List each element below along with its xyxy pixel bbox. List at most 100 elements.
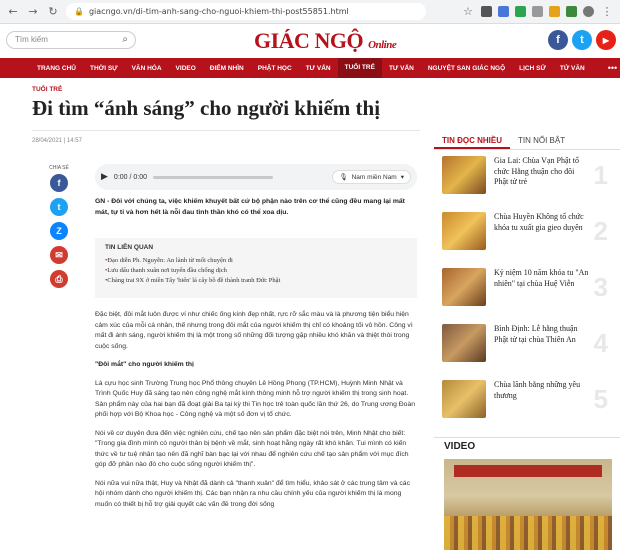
article-title: Đi tìm “ánh sáng” cho người khiếm thị: [32, 96, 381, 120]
sidebar-tabs: TIN ĐỌC NHIỀU TIN NỔI BẬT: [434, 132, 620, 150]
extension-icon[interactable]: [498, 6, 509, 17]
menu-icon[interactable]: ⋮: [600, 5, 614, 19]
list-item[interactable]: Kỷ niệm 10 năm khóa tu "An nhiên" tại ch…: [442, 268, 614, 324]
related-link[interactable]: Chàng trai 9X ở miền Tây 'biến' lá cây b…: [105, 276, 407, 286]
lock-icon: 🔒: [74, 7, 84, 16]
nav-item-monthly[interactable]: NGUYỆT SAN GIÁC NGỘ: [421, 65, 512, 72]
address-bar[interactable]: 🔒 giacngo.vn/di-tim-anh-sang-cho-nguoi-k…: [66, 3, 426, 20]
forward-icon[interactable]: →: [26, 5, 40, 19]
nav-item-history[interactable]: LỊCH SỬ: [512, 65, 553, 72]
tab-featured[interactable]: TIN NỔI BẬT: [510, 132, 573, 149]
print-icon[interactable]: ⎙: [50, 270, 68, 288]
related-link[interactable]: Lưu dấu thanh xuân nơi tuyến đầu chống d…: [105, 266, 407, 276]
url-text: giacngo.vn/di-tim-anh-sang-cho-nguoi-khi…: [88, 7, 349, 16]
list-item[interactable]: Gia Lai: Chùa Vạn Phật tổ chức Hằng thuậ…: [442, 156, 614, 212]
rank-number: 5: [593, 384, 608, 414]
nav-item-youth[interactable]: TUỔI TRẺ: [337, 58, 382, 78]
search-icon[interactable]: ⌕: [122, 34, 128, 45]
paragraph: Là cựu học sinh Trường Trung học Phổ thô…: [95, 379, 416, 419]
news-title[interactable]: Bình Định: Lễ hằng thuận Phật tử tại chù…: [494, 324, 590, 380]
voice-select[interactable]: 🎙 Nam miền Nam ▾: [332, 170, 411, 184]
voice-select-value: Nam miền Nam: [351, 173, 397, 181]
news-thumbnail[interactable]: [442, 324, 486, 362]
article-lead: GN - Đôi với chúng ta, việc khiếm khuyết…: [95, 198, 405, 216]
list-item[interactable]: Chùa lãnh bằng những yêu thương 5: [442, 380, 614, 436]
divider: [434, 437, 620, 438]
search-placeholder: Tìm kiếm: [15, 35, 48, 44]
list-item[interactable]: Chùa Huyền Không tổ chức khóa tu xuất gi…: [442, 212, 614, 268]
share-email-icon[interactable]: ✉: [50, 246, 68, 264]
nav-item-buddhism[interactable]: PHẬT HỌC: [251, 65, 299, 72]
news-title[interactable]: Kỷ niệm 10 năm khóa tu "An nhiên" tại ch…: [494, 268, 590, 324]
extension-icon[interactable]: [532, 6, 543, 17]
extension-icon[interactable]: [515, 6, 526, 17]
social-links: f t ▶: [548, 30, 616, 50]
facebook-icon[interactable]: f: [548, 30, 568, 50]
logo-text: GIÁC NGỘ: [254, 28, 364, 53]
logo-subtext: Online: [368, 39, 397, 51]
divider: [32, 130, 420, 131]
star-icon[interactable]: ☆: [461, 5, 475, 19]
article-date: 28/04/2021 | 14:57: [32, 138, 82, 144]
video-heading: VIDEO: [444, 441, 476, 452]
article-body: Đặc biệt, đôi mắt luôn được ví như chiếc…: [95, 310, 417, 518]
news-thumbnail[interactable]: [442, 268, 486, 306]
news-title[interactable]: Gia Lai: Chùa Vạn Phật tổ chức Hằng thuậ…: [494, 156, 590, 212]
audio-time: 0:00 / 0:00: [113, 173, 148, 181]
nav-item-advice-2[interactable]: TƯ VẤN: [382, 65, 421, 72]
news-thumbnail[interactable]: [442, 212, 486, 250]
rank-number: 3: [593, 272, 608, 302]
audio-progress-bar[interactable]: [153, 175, 274, 179]
nav-item-literature[interactable]: TỬ VĂN: [553, 65, 592, 72]
share-bar: CHIA SẺ f t Z ✉ ⎙: [47, 165, 71, 294]
microphone-icon: 🎙: [339, 174, 348, 181]
news-title[interactable]: Chùa Huyền Không tổ chức khóa tu xuất gi…: [494, 212, 590, 268]
back-icon[interactable]: ←: [6, 5, 20, 19]
extension-icon[interactable]: [549, 6, 560, 17]
paragraph: Đặc biệt, đôi mắt luôn được ví như chiếc…: [95, 311, 413, 350]
paragraph: Nói nữa vui nữa thật, Huy và Nhật đã dàn…: [95, 479, 410, 508]
video-thumbnail[interactable]: [444, 459, 612, 550]
paragraph: Nói về cơ duyên đưa đến việc nghiên cứu,…: [95, 429, 409, 469]
nav-item-viewpoint[interactable]: ĐIỂM NHÌN: [203, 65, 251, 72]
search-input[interactable]: Tìm kiếm ⌕: [6, 31, 136, 49]
profile-icon[interactable]: [583, 6, 594, 17]
nav-item-news[interactable]: THỜI SỰ: [83, 65, 125, 72]
play-icon[interactable]: ▶: [101, 172, 108, 182]
main-navigation: TRANG CHỦ THỜI SỰ VĂN HÓA VIDEO ĐIỂM NHÌ…: [0, 58, 620, 78]
related-news-box: TIN LIÊN QUAN Đạo diễn Ph. Nguyễn: An là…: [95, 238, 417, 298]
nav-item-video[interactable]: VIDEO: [169, 65, 203, 72]
list-item[interactable]: Bình Định: Lễ hằng thuận Phật tử tại chù…: [442, 324, 614, 380]
chevron-down-icon: ▾: [400, 174, 404, 181]
share-twitter-icon[interactable]: t: [50, 198, 68, 216]
rank-number: 4: [593, 328, 608, 358]
news-thumbnail[interactable]: [442, 156, 486, 194]
extension-icons: ☆ ⋮: [461, 5, 614, 19]
stage-banner: [454, 465, 602, 477]
site-logo[interactable]: GIÁC NGỘ Online: [254, 28, 397, 54]
more-icon[interactable]: •••: [608, 63, 617, 73]
nav-item-advice[interactable]: TƯ VẤN: [299, 65, 338, 72]
related-link[interactable]: Đạo diễn Ph. Nguyễn: An lành từ mối chuy…: [105, 256, 407, 266]
rank-number: 1: [593, 160, 608, 190]
extension-icon[interactable]: [566, 6, 577, 17]
audio-player: ▶ 0:00 / 0:00 🎙 Nam miền Nam ▾: [95, 164, 417, 190]
subheading: "Đôi mắt" cho người khiếm thị: [95, 361, 194, 368]
audience: [444, 516, 612, 550]
article-category[interactable]: TUỔI TRẺ: [32, 86, 62, 93]
share-zalo-icon[interactable]: Z: [50, 222, 68, 240]
most-read-list: Gia Lai: Chùa Vạn Phật tổ chức Hằng thuậ…: [442, 156, 614, 436]
extension-icon[interactable]: [481, 6, 492, 17]
twitter-icon[interactable]: t: [572, 30, 592, 50]
nav-item-culture[interactable]: VĂN HÓA: [125, 65, 169, 72]
news-title[interactable]: Chùa lãnh bằng những yêu thương: [494, 380, 590, 436]
reload-icon[interactable]: ↻: [46, 5, 60, 19]
rank-number: 2: [593, 216, 608, 246]
nav-item-home[interactable]: TRANG CHỦ: [30, 65, 83, 72]
related-heading: TIN LIÊN QUAN: [105, 244, 154, 251]
site-header: Tìm kiếm ⌕ GIÁC NGỘ Online f t ▶: [0, 24, 620, 56]
tab-most-read[interactable]: TIN ĐỌC NHIỀU: [434, 132, 510, 149]
news-thumbnail[interactable]: [442, 380, 486, 418]
youtube-icon[interactable]: ▶: [596, 30, 616, 50]
share-facebook-icon[interactable]: f: [50, 174, 68, 192]
